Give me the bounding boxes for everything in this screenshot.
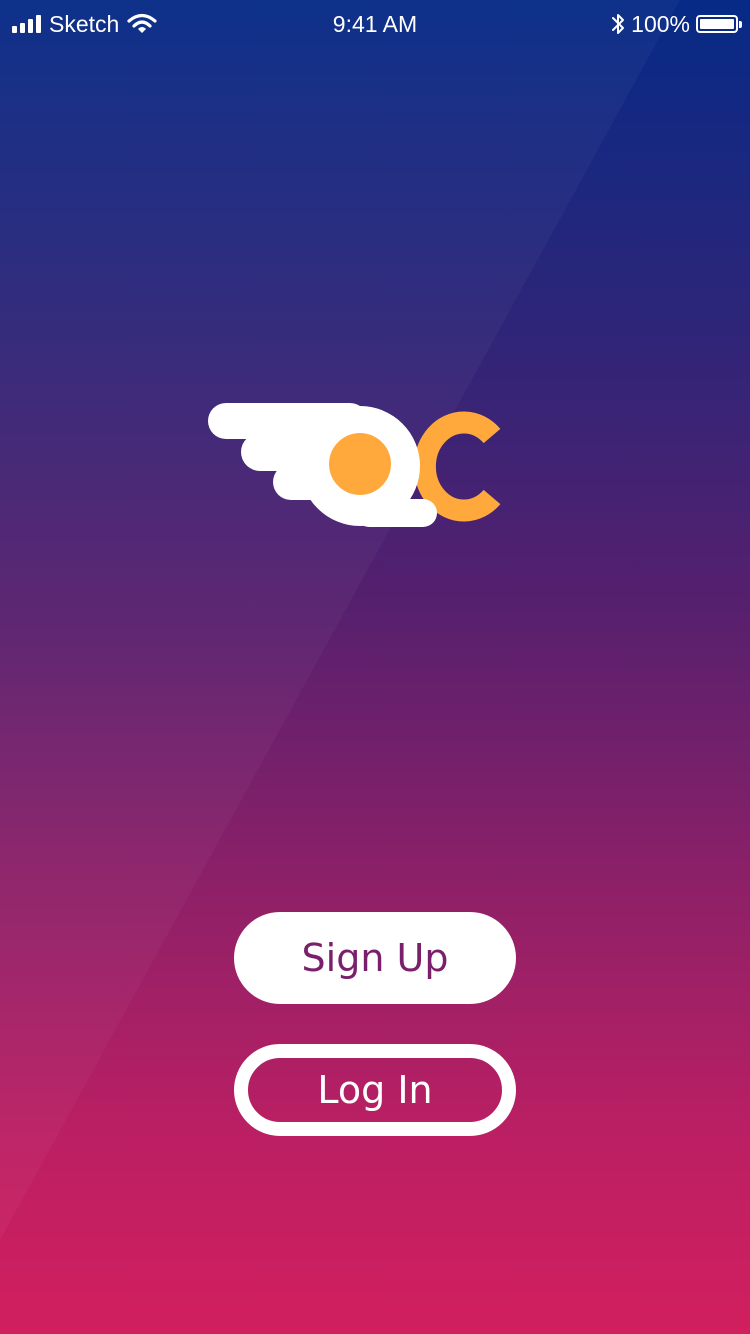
log-in-label: Log In [317,1068,433,1112]
status-bar-right: 100% [611,10,742,38]
battery-icon [696,15,742,33]
egg-yolk-shape [329,433,391,495]
letter-c-logo-mark [413,411,501,522]
sign-up-label: Sign Up [301,936,449,980]
sign-up-button[interactable]: Sign Up [234,912,516,1004]
winged-egg-logo [208,403,501,527]
status-bar: Sketch 9:41 AM 100% [0,0,750,48]
bluetooth-icon [612,14,625,34]
battery-percentage: 100% [631,10,690,37]
welcome-screen: Sketch 9:41 AM 100% Sign Up Log In [0,0,750,1334]
log-in-button[interactable]: Log In [234,1044,516,1136]
wing-shape [208,403,437,527]
